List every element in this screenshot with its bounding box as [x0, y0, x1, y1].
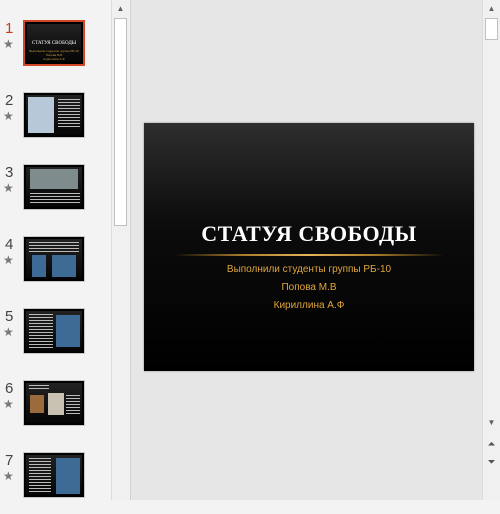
next-slide-icon[interactable]: ⏷ [483, 456, 500, 470]
star-icon: ★ [3, 109, 14, 123]
slide-subtitle-line-3[interactable]: Кириллина А.Ф [144, 300, 474, 311]
slide-editing-area: СТАТУЯ СВОБОДЫ Выполнили студенты группы… [130, 0, 482, 500]
slide-number: 7 [5, 452, 14, 469]
slide-scrollbar[interactable]: ▲ ▼ ⏶ ⏷ [482, 0, 500, 500]
slide-number: 3 [5, 164, 14, 181]
star-icon: ★ [3, 397, 14, 411]
thumbnail-image[interactable] [23, 92, 85, 138]
title-underline-rule [174, 254, 444, 256]
slide-number: 4 [5, 236, 14, 253]
slide-subtitle-line-2[interactable]: Попова М.В [144, 282, 474, 293]
slide-thumbnail-3[interactable]: 3 ★ [0, 164, 110, 226]
thumbnail-image[interactable] [23, 236, 85, 282]
slide-thumbnail-4[interactable]: 4 ★ [0, 236, 110, 298]
star-icon: ★ [3, 325, 14, 339]
previous-slide-icon[interactable]: ⏶ [483, 438, 500, 452]
thumbnail-image[interactable] [23, 308, 85, 354]
slide-title[interactable]: СТАТУЯ СВОБОДЫ [144, 221, 474, 247]
scrollbar-thumb[interactable] [114, 18, 127, 226]
slide-thumbnail-pane: 1 ★ СТАТУЯ СВОБОДЫ Выполнили студенты гр… [0, 0, 110, 500]
slide-thumbnail-2[interactable]: 2 ★ [0, 92, 110, 154]
slide-number: 2 [5, 92, 14, 109]
thumbnail-image[interactable] [23, 452, 85, 498]
slide-number: 1 [5, 20, 14, 37]
slide-thumbnail-6[interactable]: 6 ★ [0, 380, 110, 442]
scroll-up-arrow-icon[interactable]: ▲ [112, 0, 129, 16]
thumbnail-title: СТАТУЯ СВОБОДЫ [31, 41, 77, 46]
thumbnail-image[interactable]: СТАТУЯ СВОБОДЫ Выполнили студенты группы… [23, 20, 85, 66]
slide-thumbnail-5[interactable]: 5 ★ [0, 308, 110, 370]
star-icon: ★ [3, 37, 14, 51]
thumbnail-subtitle: Выполнили студенты группы РБ-10 Попова М… [29, 49, 79, 61]
slide-number: 6 [5, 380, 14, 397]
scrollbar-thumb[interactable] [485, 18, 498, 40]
scroll-down-arrow-icon[interactable]: ▼ [483, 414, 500, 430]
star-icon: ★ [3, 181, 14, 195]
scroll-up-arrow-icon[interactable]: ▲ [483, 0, 500, 16]
thumbnail-image[interactable] [23, 380, 85, 426]
current-slide[interactable]: СТАТУЯ СВОБОДЫ Выполнили студенты группы… [144, 123, 474, 371]
slide-thumbnail-1[interactable]: 1 ★ СТАТУЯ СВОБОДЫ Выполнили студенты гр… [0, 20, 110, 82]
star-icon: ★ [3, 469, 14, 483]
slide-subtitle-line-1[interactable]: Выполнили студенты группы РБ-10 [144, 264, 474, 275]
thumbnail-scrollbar[interactable]: ▲ [111, 0, 129, 500]
star-icon: ★ [3, 253, 14, 267]
slide-number: 5 [5, 308, 14, 325]
thumbnail-image[interactable] [23, 164, 85, 210]
slide-thumbnail-7[interactable]: 7 ★ [0, 452, 110, 514]
